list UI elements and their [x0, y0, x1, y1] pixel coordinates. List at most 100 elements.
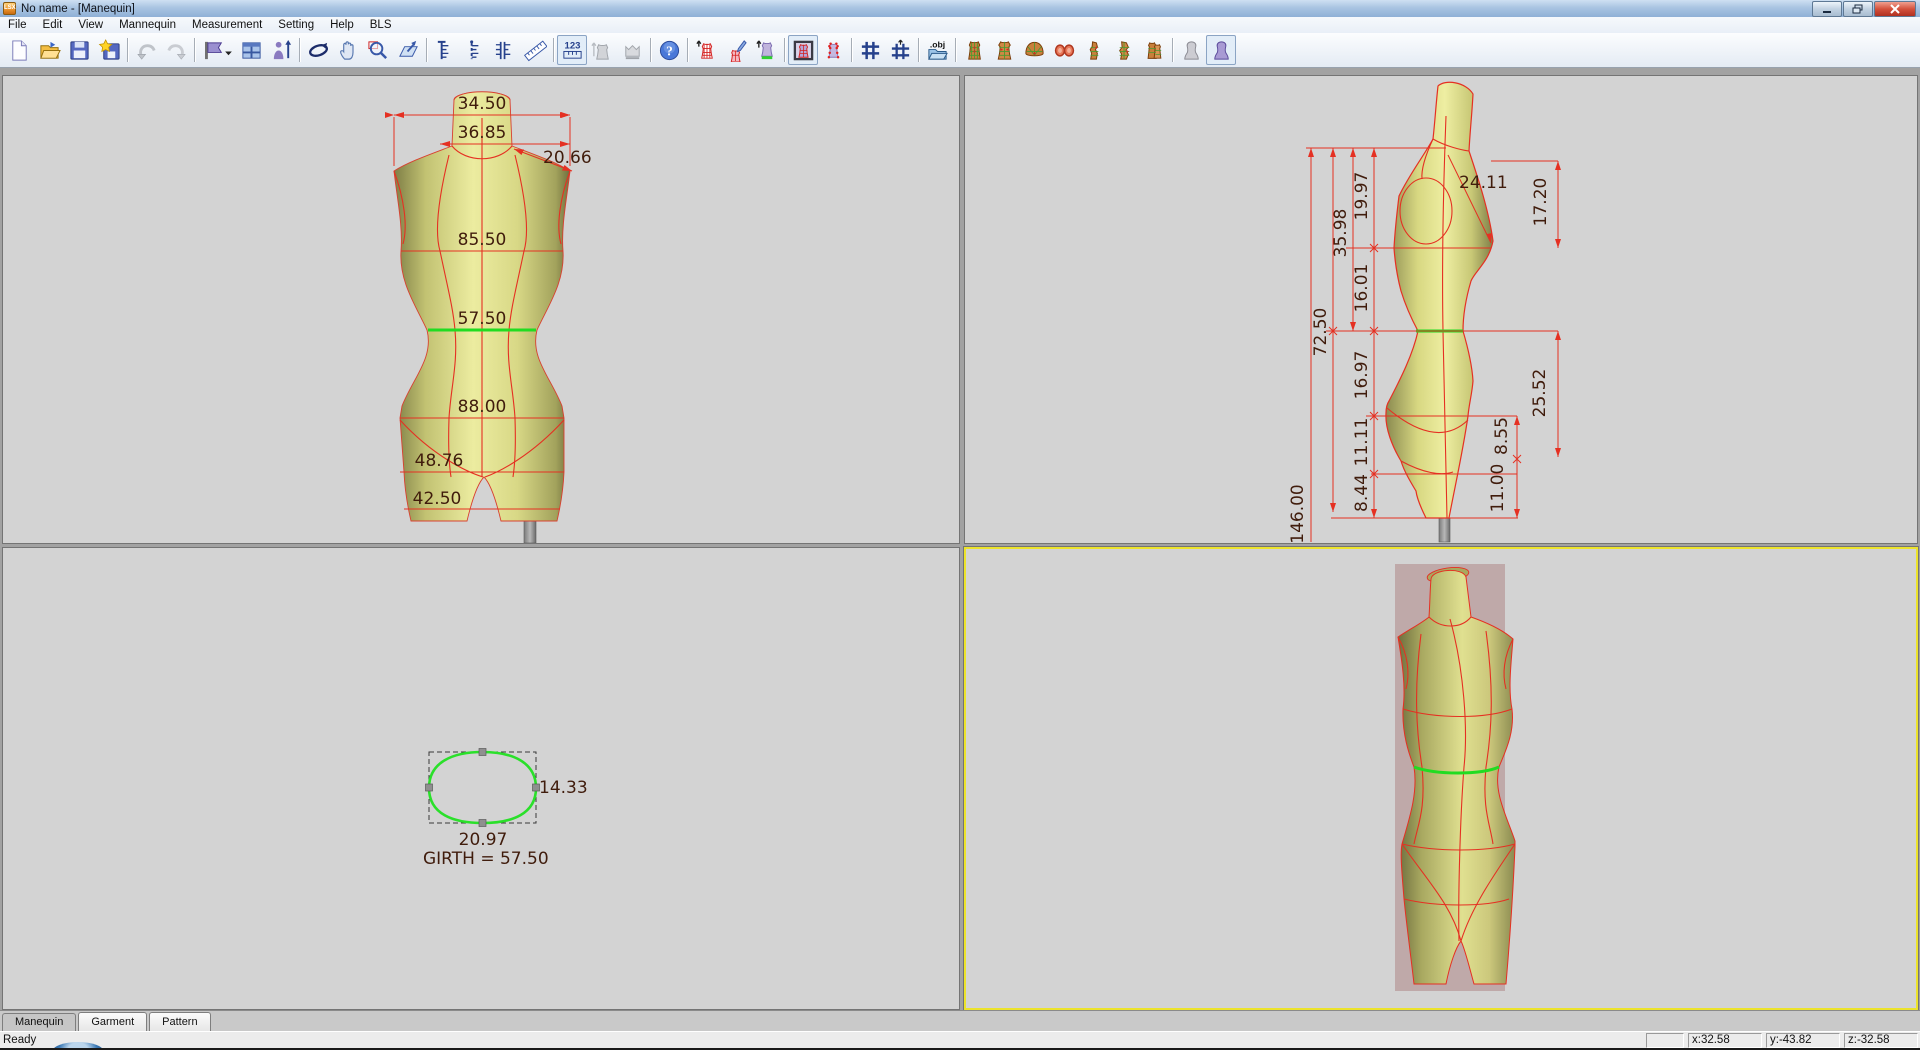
mannequin-height-icon — [270, 39, 293, 62]
side-torso-height-label: 72.50 — [1311, 308, 1331, 357]
measure-values-icon: 123 — [561, 39, 584, 62]
menu-item-help[interactable]: Help — [322, 17, 362, 33]
save-button[interactable] — [64, 35, 94, 65]
mannequin-draw-button[interactable] — [721, 35, 751, 65]
split-window-icon — [240, 39, 263, 62]
waist-section: 14.33 20.97 GIRTH = 57.50 — [423, 749, 588, 870]
side-crotch-hem-label: 8.44 — [1352, 474, 1372, 512]
mannequin-sections-button[interactable] — [1049, 35, 1079, 65]
bookmark-view-icon — [201, 39, 233, 62]
mannequin-top-mesh-button[interactable] — [1019, 35, 1049, 65]
zoom-extents-button[interactable] — [393, 35, 423, 65]
viewport-side[interactable]: 146.00 72.50 35.98 19.97 16.01 16.97 11.… — [964, 75, 1918, 544]
open-folder-icon — [38, 39, 61, 62]
side-front-drop-label: 17.20 — [1531, 178, 1551, 227]
menu-item-measurement[interactable]: Measurement — [184, 17, 270, 33]
side-bust-waist-label: 16.01 — [1352, 264, 1372, 313]
mannequin-front-mesh-icon — [963, 39, 986, 62]
mannequin-side-mesh-button[interactable] — [1079, 35, 1109, 65]
mannequin-mesh-up-button[interactable] — [691, 35, 721, 65]
undo-icon — [135, 39, 158, 62]
close-button[interactable] — [1874, 1, 1916, 17]
undo-button[interactable] — [131, 35, 161, 65]
zoom-region-icon — [367, 39, 390, 62]
measure-values-button[interactable]: 123 — [557, 35, 587, 65]
tab-manequin[interactable]: Manequin — [2, 1013, 76, 1031]
mannequin-back-mesh-button[interactable] — [989, 35, 1019, 65]
girth-curve[interactable] — [429, 752, 536, 823]
bust-plain-button[interactable] — [1176, 35, 1206, 65]
menu-item-file[interactable]: File — [0, 17, 35, 33]
bookmark-view-button[interactable] — [198, 35, 236, 65]
split-window-button[interactable] — [236, 35, 266, 65]
pan-view-button[interactable] — [333, 35, 363, 65]
measure-ruler-button[interactable] — [520, 35, 550, 65]
ruler-diagonal-icon — [524, 39, 547, 62]
measure-double-icon — [494, 39, 517, 62]
import-obj-button[interactable]: .obj — [922, 35, 952, 65]
redo-button[interactable] — [161, 35, 191, 65]
mannequin-mesh-pair-button[interactable] — [1139, 35, 1169, 65]
mannequin-draw-icon — [725, 39, 748, 62]
bust-active-button[interactable] — [1206, 35, 1236, 65]
help-button[interactable]: ? — [654, 35, 684, 65]
mannequin-front-mesh-button[interactable] — [959, 35, 989, 65]
viewport-section[interactable]: 14.33 20.97 GIRTH = 57.50 — [2, 547, 960, 1010]
mannequin-mesh-pair-icon — [1143, 39, 1166, 62]
menu-bar: File Edit View Mannequin Measurement Set… — [0, 17, 1920, 34]
mannequin-raise-button[interactable] — [751, 35, 781, 65]
menu-item-bls[interactable]: BLS — [362, 17, 400, 33]
selection-box[interactable] — [429, 752, 536, 823]
status-spacer — [1646, 1033, 1684, 1048]
mannequin-points-icon — [822, 39, 845, 62]
side-back-length-label: 35.98 — [1331, 209, 1351, 258]
rotate-view-button[interactable] — [303, 35, 333, 65]
measure-vertical-icon — [434, 39, 457, 62]
menu-item-edit[interactable]: Edit — [35, 17, 71, 33]
minimize-button[interactable] — [1812, 1, 1842, 17]
measure-double-button[interactable] — [490, 35, 520, 65]
mannequin-frame-button[interactable] — [788, 35, 818, 65]
mannequin-base-icon — [621, 39, 644, 62]
tab-garment[interactable]: Garment — [78, 1012, 147, 1031]
mannequin-move-disabled-button[interactable] — [587, 35, 617, 65]
app-logo-icon: LSX — [3, 2, 16, 15]
mannequin-points-button[interactable] — [818, 35, 848, 65]
menu-item-setting[interactable]: Setting — [270, 17, 322, 33]
mannequin-height-button[interactable] — [266, 35, 296, 65]
minimize-icon — [1819, 3, 1835, 15]
menu-item-mannequin[interactable]: Mannequin — [111, 17, 184, 33]
grid-button[interactable] — [855, 35, 885, 65]
section-width-label: 20.97 — [459, 830, 508, 850]
measure-vertical-button[interactable] — [430, 35, 460, 65]
mannequin-top-mesh-icon — [1023, 39, 1046, 62]
side-mannequin — [1386, 82, 1493, 542]
section-depth-label: 14.33 — [539, 778, 588, 798]
side-shoulder-diag-label: 24.11 — [1459, 173, 1508, 193]
mannequin-raise-icon — [755, 39, 778, 62]
restore-icon — [1850, 3, 1866, 15]
section-view-canvas: 14.33 20.97 GIRTH = 57.50 — [3, 548, 959, 1009]
viewport-3d[interactable] — [964, 547, 1918, 1010]
window-title: No name - [Manequin] — [21, 3, 135, 15]
restore-button[interactable] — [1843, 1, 1873, 17]
viewport-front[interactable]: 34.50 36.85 20.66 85.50 57.50 88.00 48.7… — [2, 75, 960, 544]
status-coord-x: x:32.58 — [1688, 1033, 1762, 1048]
mannequin-base-disabled-button[interactable] — [617, 35, 647, 65]
save-special-button[interactable] — [94, 35, 124, 65]
open-file-button[interactable] — [34, 35, 64, 65]
section-girth-label: GIRTH = 57.50 — [423, 849, 549, 869]
new-document-button[interactable] — [4, 35, 34, 65]
tab-pattern[interactable]: Pattern — [149, 1012, 210, 1031]
svg-text:123: 123 — [564, 40, 580, 51]
measure-segment-icon — [464, 39, 487, 62]
grid-snap-button[interactable] — [885, 35, 915, 65]
zoom-region-button[interactable] — [363, 35, 393, 65]
main-toolbar: 123 ? .obj — [0, 33, 1920, 68]
measure-segment-button[interactable] — [460, 35, 490, 65]
menu-item-view[interactable]: View — [70, 17, 111, 33]
status-coord-y: y:-43.82 — [1766, 1033, 1840, 1048]
mannequin-frame-icon — [792, 39, 815, 62]
mannequin-side-mesh-2-button[interactable] — [1109, 35, 1139, 65]
help-icon: ? — [658, 39, 681, 62]
